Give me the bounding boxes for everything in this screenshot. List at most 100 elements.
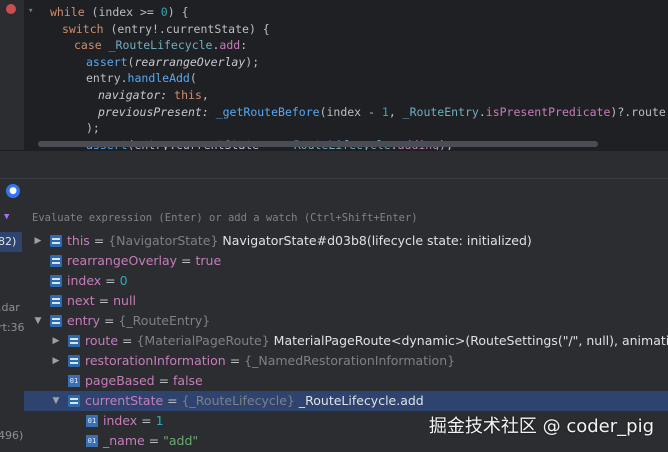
primitive-field-icon: 01 [86,435,98,447]
equals-sign: = [118,333,137,348]
variable-row-next[interactable]: next = null [24,291,668,311]
variable-name: pageBased [85,373,155,388]
debugger-header: ● [0,178,668,205]
chevron-right-icon[interactable]: ▶ [32,231,44,251]
code-token: ); [86,121,100,136]
variable-row-entry[interactable]: ▼ entry = {_RouteEntry} [24,311,668,331]
editor-gutter [0,0,24,150]
field-icon [50,255,62,267]
equals-sign: = [163,393,182,408]
variable-value: null [113,293,136,308]
code-token: (index >= [91,5,161,19]
code-token: (index - [319,104,382,119]
code-token: handleAdd [127,71,190,86]
variable-name: index [67,273,102,288]
variable-row-restorationinformation[interactable]: ▶ restorationInformation = {_NamedRestora… [24,351,668,371]
chevron-right-icon[interactable]: ▶ [50,351,62,371]
variable-value: true [195,253,222,268]
equals-sign: = [137,413,156,428]
field-icon [68,335,80,347]
variable-type: {MaterialPageRoute} [136,333,270,348]
variable-name: index [103,413,138,428]
code-token: _RouteLifecycle [108,38,213,53]
code-line[interactable]: previousPresent: _getRouteBefore(index -… [38,102,668,122]
variable-type: {_NamedRestorationInformation} [244,353,456,368]
code-token: add [219,38,241,53]
code-token: this [174,88,202,102]
variable-type: {_RouteLifecycle} [181,393,295,408]
code-token: : [240,38,248,53]
variable-name: restorationInformation [85,353,226,368]
chevron-down-icon[interactable]: ▼ [32,311,44,331]
field-icon [50,295,62,307]
stack-frame-item[interactable]: rt:36 [0,318,24,338]
equals-sign: = [154,373,174,388]
equals-sign: = [144,433,164,448]
debug-session-icon[interactable]: ● [6,184,20,198]
equals-sign: = [94,293,114,308]
variable-row-pagebased[interactable]: 01 pageBased = false [24,371,668,391]
variable-value: NavigatorState#d03b8(lifecycle state: in… [222,233,532,248]
code-editor[interactable]: ▾ while (index >= 0) {switch (entry!.cur… [0,0,668,150]
code-token: (entry!.currentState) { [110,21,270,36]
evaluate-expression-row: ▼ Evaluate expression (Enter) or add a w… [0,206,668,231]
code-token: . [478,104,486,119]
equals-sign: = [177,253,196,268]
variable-row-this[interactable]: ▶ this = {NavigatorState} NavigatorState#… [24,231,668,251]
chevron-right-icon[interactable]: ▶ [50,331,62,351]
equals-sign: = [225,353,245,368]
variable-value: false [173,373,203,388]
field-icon [68,355,80,367]
variable-row-index[interactable]: index = 0 [24,271,668,291]
evaluate-expression-input[interactable]: Evaluate expression (Enter) or add a wat… [32,210,418,226]
variable-value: _RouteLifecycle.add [298,393,424,408]
code-token: )?.route, [610,104,668,119]
variable-name: _name [103,433,145,448]
equals-sign: = [100,313,119,328]
variable-type: {NavigatorState} [108,233,219,248]
editor-horizontal-scrollbar[interactable] [38,141,598,147]
code-token: _getRouteBefore [215,104,320,119]
equals-sign: = [101,273,120,288]
debug-toolbar [0,150,668,179]
variable-value: 1 [155,413,164,428]
variable-value: "add" [163,433,199,448]
code-token: isPresentPredicate [485,104,611,119]
code-token: 1 [381,104,389,119]
field-icon [68,395,80,407]
code-token: , [201,88,209,102]
variable-row-rearrangeoverlay[interactable]: rearrangeOverlay = true [24,251,668,271]
code-token: case [74,38,109,53]
code-token: switch [62,21,111,36]
code-token: _RouteEntry [402,104,479,119]
chevron-down-icon[interactable]: ▼ [50,391,62,411]
primitive-field-icon: 01 [86,415,98,427]
variable-name: this [67,233,90,248]
field-icon [50,315,62,327]
field-icon [50,235,62,247]
code-token: ) { [167,5,189,19]
variable-row-route[interactable]: ▶ route = {MaterialPageRoute} MaterialPag… [24,331,668,351]
code-token: ); [245,54,260,69]
code-token: rearrangeOverlay [134,54,246,69]
primitive-field-icon: 01 [68,375,80,387]
code-token: ( [189,71,197,86]
field-icon [50,275,62,287]
code-token: previousPresent: [98,104,216,119]
variable-row-currentstate[interactable]: ▼ currentState = {_RouteLifecycle} _Route… [24,391,668,411]
variable-value: 0 [119,273,128,288]
stack-frame-item[interactable]: 496) [0,426,23,446]
code-token: navigator: [98,88,175,102]
equals-sign: = [89,233,109,248]
breakpoint-icon[interactable] [6,4,16,14]
collapse-frames-icon[interactable]: ▼ [4,212,9,222]
code-token: 0 [160,5,168,19]
code-token: , [388,104,403,119]
stack-frame-item[interactable]: .dar [0,298,20,318]
variable-name: route [85,333,119,348]
fold-icon[interactable]: ▾ [28,6,33,16]
watermark: 掘金技术社区 @ coder_pig [428,416,654,437]
variable-name: rearrangeOverlay [67,253,178,268]
stack-frame-item[interactable]: 82) [0,232,22,252]
variable-name: next [67,293,95,308]
